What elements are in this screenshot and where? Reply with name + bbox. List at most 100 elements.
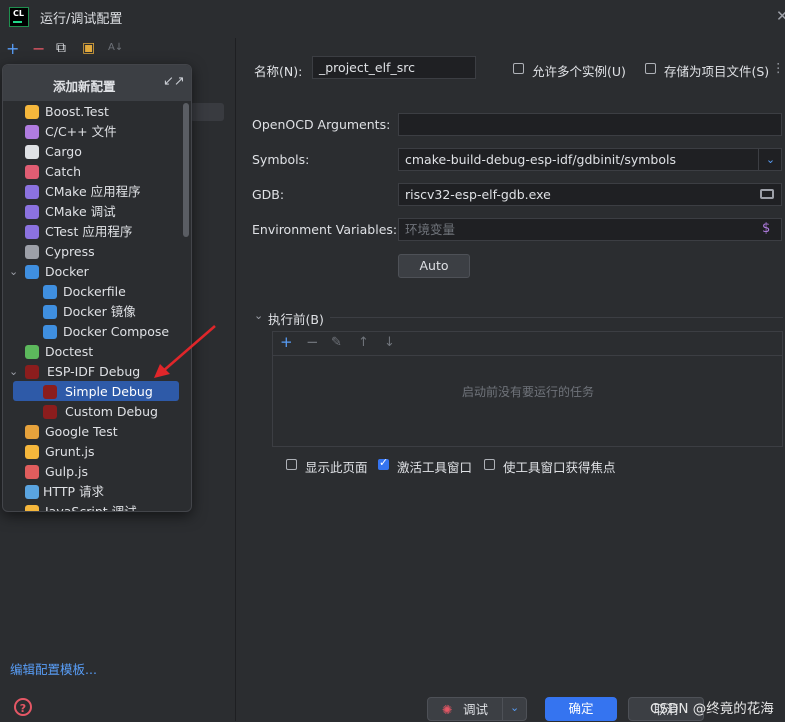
activate-window-label: 激活工具窗口 xyxy=(397,460,473,475)
sort-icon[interactable]: A↓ xyxy=(108,42,123,53)
config-type-item[interactable]: Boost.Test xyxy=(3,102,183,122)
config-type-item[interactable]: Dockerfile xyxy=(3,282,183,302)
copy-icon[interactable]: ⧉ xyxy=(56,40,66,56)
remove-icon[interactable]: − xyxy=(32,39,45,58)
chevron-down-icon[interactable]: ⌄ xyxy=(254,309,263,322)
edit-task-icon[interactable]: ✎ xyxy=(331,335,342,350)
config-type-label: Cargo xyxy=(45,144,82,159)
move-down-icon[interactable]: ↓ xyxy=(384,335,395,350)
folder-icon[interactable]: ▣ xyxy=(82,40,95,56)
config-type-item[interactable]: Cypress xyxy=(3,242,183,262)
config-type-item[interactable]: CTest 应用程序 xyxy=(3,222,183,242)
show-page-checkbox[interactable] xyxy=(286,459,297,470)
config-type-item[interactable]: CMake 应用程序 xyxy=(3,182,183,202)
config-type-item[interactable]: Gulp.js xyxy=(3,462,183,482)
ok-button[interactable]: 确定 xyxy=(545,697,617,721)
more-options-icon[interactable]: ⋮ xyxy=(772,60,785,75)
clion-app-icon: CL xyxy=(9,7,29,27)
config-type-label: Gulp.js xyxy=(45,464,88,479)
activate-window-checkbox[interactable] xyxy=(378,456,389,470)
edit-templates-link[interactable]: 编辑配置模板... xyxy=(10,659,97,678)
window-title: 运行/调试配置 xyxy=(40,12,123,27)
dollar-icon[interactable]: $ xyxy=(762,221,770,236)
store-as-project-label: 存储为项目文件(S) xyxy=(664,64,770,79)
store-as-project-checkbox[interactable] xyxy=(645,63,656,74)
app-icon-text: CL xyxy=(13,9,24,18)
allow-multiple-label: 允许多个实例(U) xyxy=(532,64,626,79)
bug-icon: ✺ xyxy=(442,702,453,717)
close-icon[interactable]: ✕ xyxy=(776,7,785,25)
config-type-icon xyxy=(25,205,39,219)
config-type-label: HTTP 请求 xyxy=(43,484,104,499)
openocd-input[interactable] xyxy=(398,113,782,136)
chevron-down-icon[interactable]: ⌄ xyxy=(510,696,519,720)
add-icon[interactable]: + xyxy=(6,39,19,58)
config-type-label: Catch xyxy=(45,164,82,179)
config-type-label: Grunt.js xyxy=(45,444,95,459)
section-divider xyxy=(330,317,783,318)
config-type-item[interactable]: Docker 镜像 xyxy=(3,302,183,322)
config-type-icon xyxy=(25,225,39,239)
config-type-item[interactable]: HTTP 请求 xyxy=(3,482,183,502)
popup-title: 添加新配置 xyxy=(53,79,116,94)
config-type-label: CTest 应用程序 xyxy=(45,224,133,239)
red-arrow-annotation xyxy=(154,325,216,378)
chevron-down-icon[interactable]: ⌄ xyxy=(9,362,18,382)
add-task-icon[interactable]: + xyxy=(280,333,293,351)
config-type-item[interactable]: Google Test xyxy=(3,422,183,442)
folder-browse-icon[interactable] xyxy=(760,189,774,199)
config-type-item[interactable]: C/C++ 文件 xyxy=(3,122,183,142)
config-type-item[interactable]: CMake 调试 xyxy=(3,202,183,222)
config-type-icon xyxy=(25,125,39,139)
watermark: CSDN @终竟的花海 xyxy=(650,701,774,717)
help-icon[interactable]: ? xyxy=(14,698,32,716)
allow-multiple-checkbox[interactable] xyxy=(513,63,524,74)
chevron-down-icon[interactable]: ⌄ xyxy=(9,262,18,282)
config-type-label: CMake 调试 xyxy=(45,204,116,219)
config-type-item[interactable]: Grunt.js xyxy=(3,442,183,462)
config-type-item[interactable]: Simple Debug xyxy=(3,382,183,402)
name-label: 名称(N): xyxy=(254,64,303,79)
config-type-item[interactable]: Catch xyxy=(3,162,183,182)
symbols-combobox[interactable]: cmake-build-debug-esp-idf/gdbinit/symbol… xyxy=(398,148,782,171)
config-type-icon xyxy=(25,425,39,439)
config-type-icon xyxy=(43,405,57,419)
config-type-item[interactable]: JavaScript 调试 xyxy=(3,502,183,511)
config-type-icon xyxy=(25,105,39,119)
popup-scrollbar[interactable] xyxy=(183,103,189,237)
config-type-label: Docker 镜像 xyxy=(63,304,136,319)
config-type-icon xyxy=(25,485,39,499)
add-configuration-popup: 添加新配置 ↙↗ Boost.Test C/C++ 文件 Cargo Catch CMa… xyxy=(2,64,192,512)
before-launch-toolbar xyxy=(273,332,782,356)
move-up-icon[interactable]: ↑ xyxy=(358,335,369,350)
symbols-value: cmake-build-debug-esp-idf/gdbinit/symbol… xyxy=(405,152,676,167)
gdb-label: GDB: xyxy=(252,187,285,202)
focus-window-checkbox[interactable] xyxy=(484,459,495,470)
config-type-icon xyxy=(43,305,57,319)
config-type-label: ESP-IDF Debug xyxy=(47,364,141,379)
auto-button[interactable]: Auto xyxy=(398,254,470,278)
focus-window-label: 使工具窗口获得焦点 xyxy=(503,460,616,475)
config-type-item[interactable]: ⌄ Docker xyxy=(3,262,183,282)
collapse-icon[interactable]: ↙↗ xyxy=(163,74,185,89)
config-type-label: C/C++ 文件 xyxy=(45,124,117,139)
debug-button-label: 调试 xyxy=(463,702,489,717)
config-type-label: Docker xyxy=(45,264,89,279)
before-launch-label[interactable]: 执行前(B) xyxy=(268,309,324,328)
config-type-icon xyxy=(25,185,39,199)
config-type-label: Boost.Test xyxy=(45,104,109,119)
openocd-label: OpenOCD Arguments: xyxy=(252,117,391,132)
config-type-item[interactable]: Custom Debug xyxy=(3,402,183,422)
selected-config-row[interactable] xyxy=(190,103,224,121)
empty-tasks-text: 启动前没有要运行的任务 xyxy=(462,385,595,399)
config-type-item[interactable]: Cargo xyxy=(3,142,183,162)
debug-button[interactable]: ✺ 调试 ⌄ xyxy=(427,697,527,721)
remove-task-icon[interactable]: − xyxy=(306,333,319,351)
env-vars-input[interactable]: 环境变量 xyxy=(398,218,782,241)
name-input[interactable]: _project_elf_src xyxy=(312,56,476,79)
config-type-label: Doctest xyxy=(45,344,94,359)
chevron-down-icon[interactable]: ⌄ xyxy=(758,149,782,170)
config-type-icon xyxy=(43,325,57,339)
env-vars-label: Environment Variables: xyxy=(252,222,398,237)
gdb-input[interactable]: riscv32-esp-elf-gdb.exe xyxy=(398,183,782,206)
